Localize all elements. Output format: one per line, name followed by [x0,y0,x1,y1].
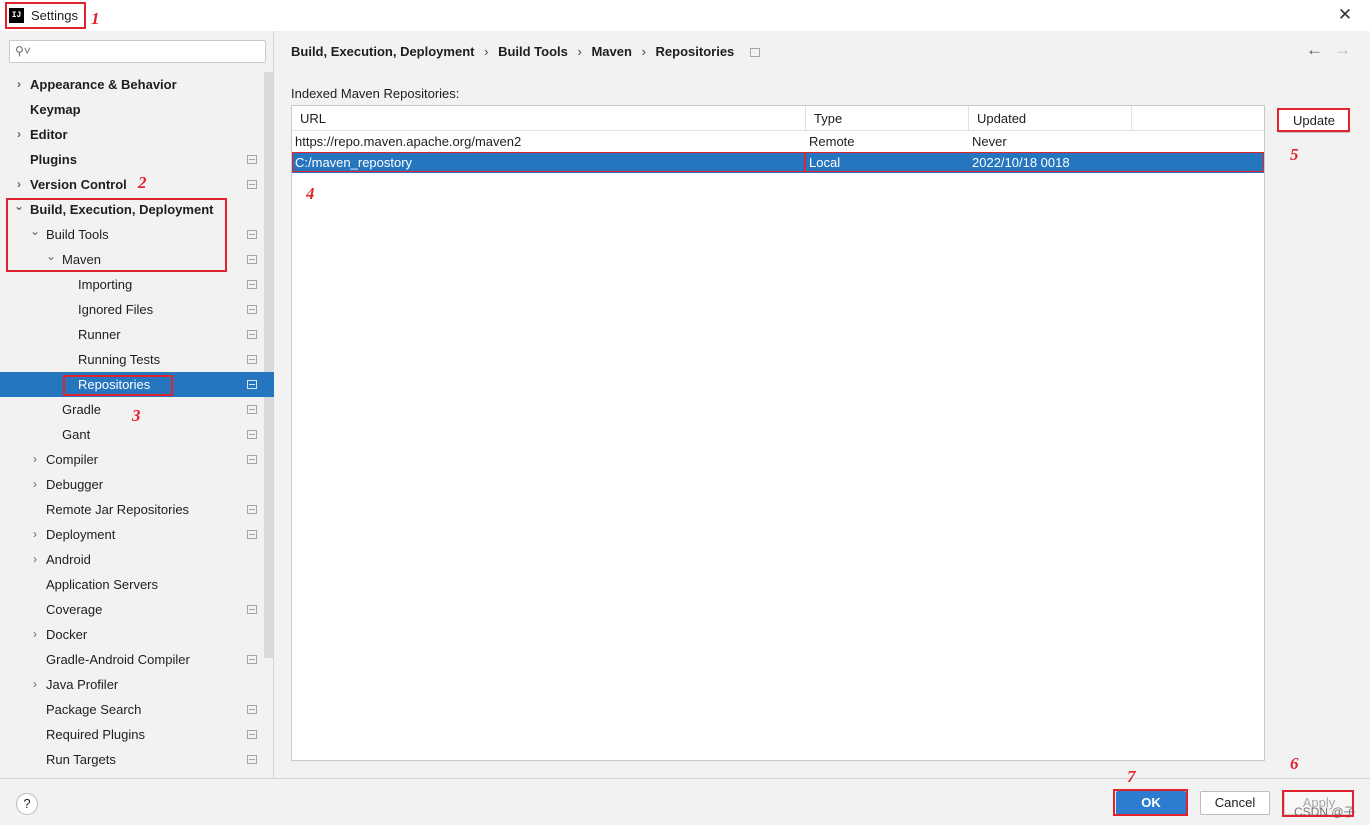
chevron-right-icon[interactable]: › [29,622,41,647]
annotation-number: 7 [1127,767,1136,786]
table-row[interactable]: https://repo.maven.apache.org/maven2 Rem… [292,131,1264,152]
tree-item-plugins[interactable]: Plugins [0,147,274,172]
annotation-number: 6 [1290,754,1299,773]
column-header-updated[interactable]: Updated [969,106,1132,131]
project-scope-icon [247,280,257,289]
chevron-right-icon[interactable]: › [29,447,41,472]
settings-sidebar: ⚲˅ › Appearance & Behavior Keymap › Edit… [0,31,274,778]
annotation-number: 1 [91,9,100,28]
annotation-box [6,198,227,272]
tree-item-deployment[interactable]: › Deployment [0,522,274,547]
cell-url: https://repo.maven.apache.org/maven2 [295,134,522,149]
project-scope-icon [247,430,257,439]
tree-item-version-control[interactable]: › Version Control [0,172,274,197]
breadcrumb-item[interactable]: Build, Execution, Deployment [291,44,474,59]
chevron-right-icon[interactable]: › [13,122,25,147]
annotation-number: 4 [306,184,315,203]
chevron-right-icon[interactable]: › [13,72,25,97]
tree-item-package-search[interactable]: Package Search [0,697,274,722]
chevron-right-icon[interactable]: › [29,472,41,497]
project-scope-icon [247,255,257,264]
forward-arrow-icon[interactable]: → [1334,40,1351,60]
cancel-button[interactable]: Cancel [1200,791,1270,815]
breadcrumb-separator: › [577,44,582,59]
project-scope-icon [247,605,257,614]
tree-item-application-servers[interactable]: Application Servers [0,572,274,597]
annotation-box [805,152,1264,172]
column-header-url[interactable]: URL [292,106,806,131]
breadcrumb: Build, Execution, Deployment › Build Too… [291,44,766,62]
chevron-right-icon[interactable]: › [29,547,41,572]
breadcrumb-item[interactable]: Maven [591,44,631,59]
tree-item-gradle-android-compiler[interactable]: Gradle-Android Compiler [0,647,274,672]
project-scope-icon [247,180,257,189]
tree-item-debugger[interactable]: › Debugger [0,472,274,497]
breadcrumb-item: Repositories [655,44,735,59]
tree-item-compiler[interactable]: › Compiler [0,447,274,472]
annotation-box [63,375,173,396]
tree-item-remote-jar-repositories[interactable]: Remote Jar Repositories [0,497,274,522]
tree-item-runner[interactable]: Runner [0,322,274,347]
project-scope-icon [247,355,257,364]
search-input[interactable]: ⚲˅ [9,40,266,63]
search-icon: ⚲˅ [15,44,31,58]
column-header-type[interactable]: Type [806,106,969,131]
project-scope-icon [247,230,257,239]
tree-item-keymap[interactable]: Keymap [0,97,274,122]
project-scope-icon [247,405,257,414]
annotation-box [292,152,805,172]
breadcrumb-item[interactable]: Build Tools [498,44,568,59]
project-scope-icon [749,48,760,57]
project-scope-icon [247,455,257,464]
tree-item-run-targets[interactable]: Run Targets [0,747,274,772]
tree-item-java-profiler[interactable]: › Java Profiler [0,672,274,697]
annotation-number: 2 [138,173,147,192]
project-scope-icon [247,755,257,764]
annotation-number: 3 [132,406,141,425]
section-label: Indexed Maven Repositories: [291,86,460,101]
breadcrumb-separator: › [641,44,646,59]
tree-item-docker[interactable]: › Docker [0,622,274,647]
repositories-table: URL Type Updated https://repo.maven.apac… [291,105,1265,761]
settings-content: Build, Execution, Deployment › Build Too… [275,31,1370,778]
project-scope-icon [247,655,257,664]
breadcrumb-separator: › [484,44,489,59]
tree-item-appearance-behavior[interactable]: › Appearance & Behavior [0,72,274,97]
help-button[interactable]: ? [16,793,38,815]
project-scope-icon [247,530,257,539]
tree-item-coverage[interactable]: Coverage [0,597,274,622]
project-scope-icon [247,505,257,514]
tree-item-android[interactable]: › Android [0,547,274,572]
annotation-box [1282,790,1354,817]
tree-item-running-tests[interactable]: Running Tests [0,347,274,372]
cell-type: Remote [809,134,855,149]
annotation-number: 5 [1290,145,1299,164]
annotation-box [5,2,86,29]
project-scope-icon [247,705,257,714]
project-scope-icon [247,730,257,739]
tree-item-required-plugins[interactable]: Required Plugins [0,722,274,747]
close-icon[interactable]: ✕ [1336,5,1354,25]
cell-updated: Never [972,134,1007,149]
project-scope-icon [247,155,257,164]
title-bar: IJ Settings ✕ [0,0,1370,31]
project-scope-icon [247,330,257,339]
back-arrow-icon[interactable]: ← [1306,40,1323,60]
chevron-right-icon[interactable]: › [29,522,41,547]
tree-item-ignored-files[interactable]: Ignored Files [0,297,274,322]
annotation-box [1113,789,1188,816]
project-scope-icon [247,305,257,314]
project-scope-icon [247,380,257,389]
chevron-right-icon[interactable]: › [29,672,41,697]
table-header: URL Type Updated [292,106,1264,131]
annotation-box [1277,108,1350,132]
tree-item-editor[interactable]: › Editor [0,122,274,147]
tree-item-importing[interactable]: Importing [0,272,274,297]
